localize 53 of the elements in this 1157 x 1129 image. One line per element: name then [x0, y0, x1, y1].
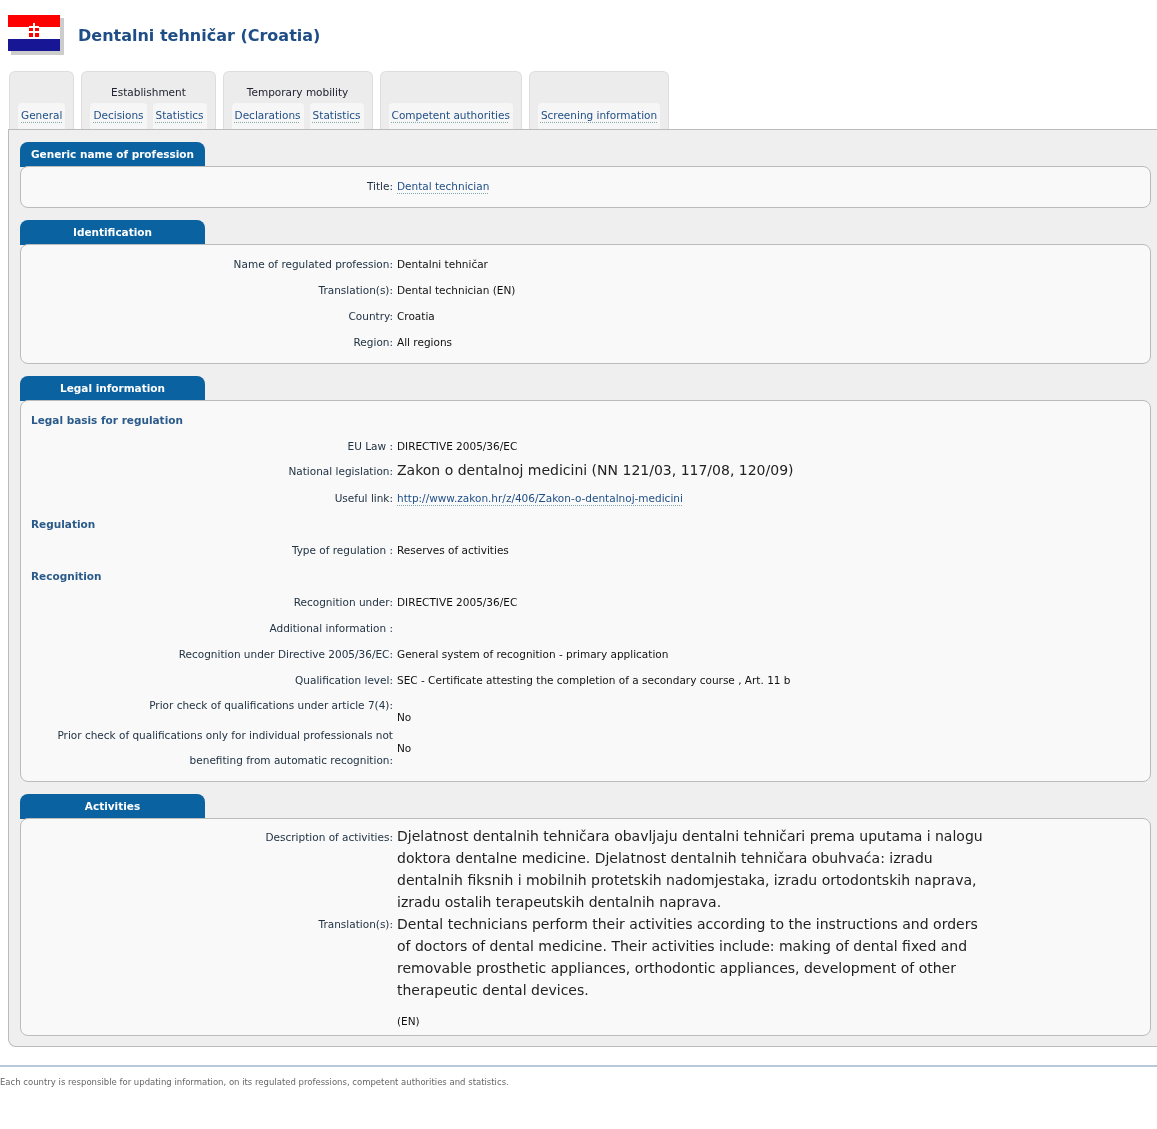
- tab[interactable]: Statistics: [309, 103, 364, 129]
- subheading: Recognition: [30, 569, 103, 584]
- tab-group-title: Establishment: [110, 85, 187, 100]
- field-label: Country:: [347, 308, 394, 324]
- subheading: Legal basis for regulation: [30, 413, 184, 428]
- field-label: Recognition under:: [292, 594, 394, 610]
- field-value: Djelatnost dentalnih tehničara obavljaju dentalni tehničari prema uputama i nalogu doktora dentalne medicine. Djelatnost dentalnih tehničara obuhvaća: izradu dentalnih fiksnih i mobilnih protetskih nadomjestaka, izradu ortodontskih naprava, izradu ostalih terapeutskih dentalnih naprava.: [397, 827, 984, 912]
- value-link[interactable]: Dental technician: [397, 180, 490, 192]
- section-header: Identification: [20, 220, 205, 245]
- field-value: Croatia: [397, 310, 435, 322]
- tab-group-title: Temporary mobility: [245, 85, 350, 100]
- field-value: Dental technician (EN): [397, 284, 516, 296]
- tab[interactable]: Screening information: [537, 103, 661, 129]
- field-label: Translation(s):: [317, 282, 394, 298]
- field-value: DIRECTIVE 2005/36/EC: [397, 596, 518, 608]
- tab[interactable]: Decisions: [90, 103, 147, 129]
- section-header: Activities: [20, 794, 205, 819]
- subheading: Regulation: [30, 517, 97, 532]
- value-link[interactable]: http://www.zakon.hr/z/406/Zakon-o-dentalnoj-medicini: [397, 492, 683, 504]
- field-label: National legislation:: [287, 464, 394, 479]
- field-value: Reserves of activities: [397, 544, 509, 556]
- field-label: Useful link:: [333, 490, 394, 506]
- field-label: Title:: [365, 178, 394, 194]
- flag-icon: [8, 15, 64, 55]
- field-value: Zakon o dentalnoj medicini (NN 121/03, 117/08, 120/09): [397, 461, 794, 480]
- page-title: Dentalni tehničar (Croatia): [78, 25, 321, 45]
- field-value: No: [397, 742, 412, 754]
- field-label: Region:: [352, 334, 394, 350]
- field-label: EU Law :: [346, 438, 394, 454]
- footer-note: Each country is responsible for updating information, on its regulated professions, competent authorities and statistics.: [0, 1065, 1157, 1087]
- field-value: General system of recognition - primary application: [397, 648, 669, 660]
- field-label: Type of regulation :: [290, 542, 394, 558]
- section-header: Generic name of profession: [20, 142, 205, 167]
- tab[interactable]: General: [18, 103, 66, 129]
- field-value: Dentalni tehničar: [397, 258, 488, 270]
- field-label: Qualification level:: [294, 672, 394, 688]
- tab[interactable]: Statistics: [152, 103, 207, 129]
- field-label: Name of regulated profession:: [232, 256, 394, 272]
- field-label: Additional information :: [268, 620, 394, 636]
- field-label: Translation(s):: [317, 917, 394, 932]
- field-value: Dental technicians perform their activities according to the instructions and orders of doctors of dental medicine. Their activities include: making of dental fixed and removable prosthetic appliances, orthodontic appliances, development of other therapeutic dental devices.: [397, 915, 979, 1000]
- field-value: SEC - Certificate attesting the completion of a secondary course , Art. 11 b: [397, 674, 791, 686]
- field-value: All regions: [397, 336, 453, 348]
- section-header: Legal information: [20, 376, 205, 401]
- field-value: DIRECTIVE 2005/36/EC: [397, 440, 518, 452]
- language-note: (EN): [397, 1015, 421, 1027]
- tab[interactable]: Competent authorities: [388, 103, 513, 129]
- field-label: Recognition under Directive 2005/36/EC:: [177, 646, 394, 662]
- field-value: No: [397, 710, 412, 723]
- tab[interactable]: Declarations: [231, 103, 304, 129]
- field-label: Description of activities:: [264, 830, 394, 845]
- field-label: Prior check of qualifications only for individual professionals not benefiting from automatic recognition:: [56, 728, 394, 768]
- field-label: Prior check of qualifications under article 7(4):: [148, 698, 394, 713]
